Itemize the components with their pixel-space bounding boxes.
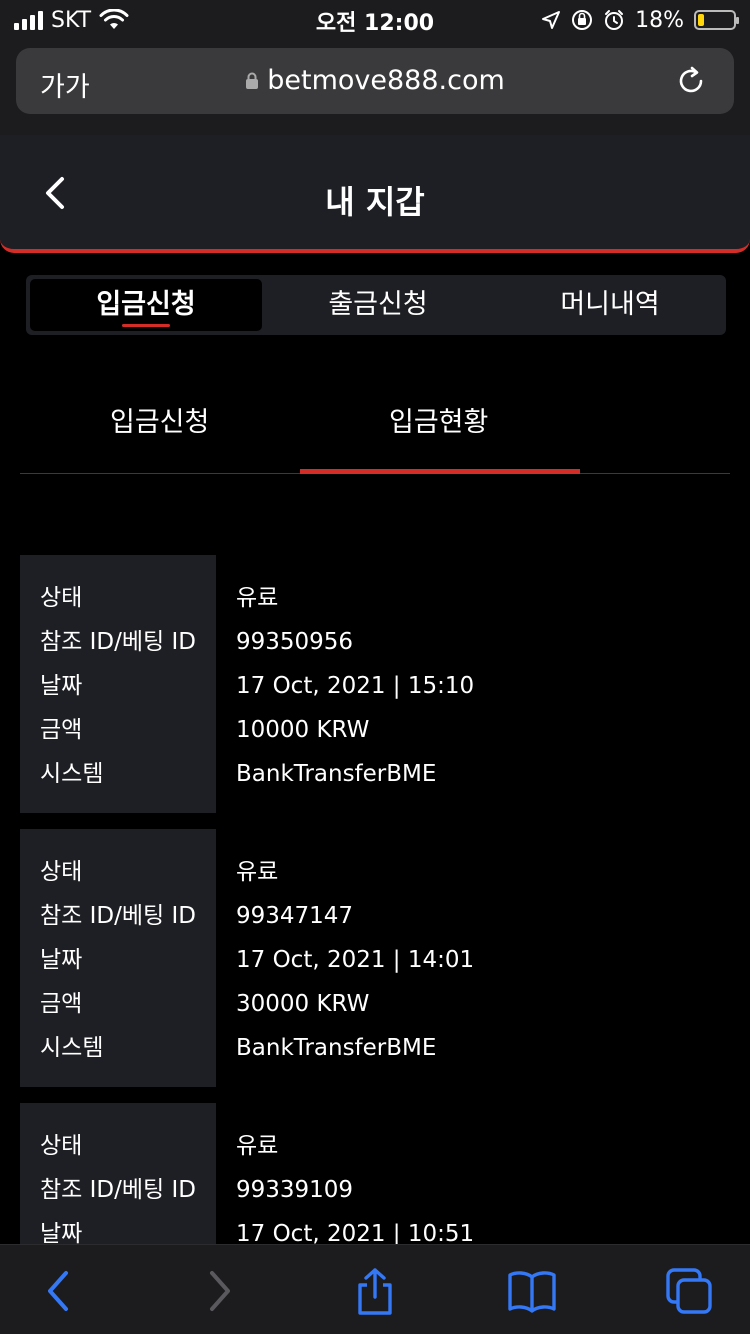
system-value: BankTransferBME [236,1035,437,1061]
date-label: 날짜 [40,673,83,699]
browser-toolbar [0,1244,750,1334]
deposit-record: 상태 참조 ID/베팅 ID 날짜 금액 시스템 유료 99347147 17 … [20,829,730,1087]
date-value: 17 Oct, 2021 | 15:10 [236,673,475,699]
battery-icon [694,10,739,30]
reference-id-label: 참조 ID/베팅 ID [40,1177,196,1203]
browser-bar: 가가 betmove888.com [0,40,750,135]
system-label: 시스템 [40,761,104,787]
status-label: 상태 [40,1133,83,1159]
address-bar[interactable]: 가가 betmove888.com [16,48,734,114]
page-title: 내 지갑 [325,183,425,221]
system-value: BankTransferBME [236,761,437,787]
alarm-icon [605,10,624,30]
back-icon[interactable] [34,1267,84,1315]
status-value: 유료 [236,859,279,885]
subtab-deposit-status[interactable]: 입금현황 [389,400,488,439]
tabs-icon[interactable] [665,1267,715,1315]
date-value: 17 Oct, 2021 | 14:01 [236,947,475,973]
status-label: 상태 [40,859,83,885]
status-label: 상태 [40,585,83,611]
tab-money-history[interactable]: 머니내역 [494,275,726,335]
amount-value: 10000 KRW [236,717,370,743]
reference-id-label: 참조 ID/베팅 ID [40,903,196,929]
orientation-lock-icon [572,10,593,30]
tab-withdraw-request[interactable]: 출금신청 [262,275,494,335]
reference-id-value: 99350956 [236,629,354,655]
location-icon [542,11,561,29]
tab-label: 출금신청 [328,289,428,320]
reference-id-label: 참조 ID/베팅 ID [40,629,196,655]
reload-icon[interactable] [674,64,708,98]
system-label: 시스템 [40,1035,104,1061]
record-values: 유료 99350956 17 Oct, 2021 | 15:10 10000 K… [216,555,730,813]
amount-label: 금액 [40,717,83,743]
tab-deposit-request[interactable]: 입금신청 [30,279,262,331]
deposit-record: 상태 참조 ID/베팅 ID 날짜 금액 시스템 유료 99350956 17 … [20,555,730,813]
active-subtab-indicator [300,469,580,474]
url-field[interactable]: betmove888.com [16,65,734,96]
wallet-tabs: 입금신청 출금신청 머니내역 [26,275,726,335]
bookmarks-icon[interactable] [507,1267,557,1315]
tab-label: 입금신청 [96,289,196,320]
amount-label: 금액 [40,991,83,1017]
reference-id-value: 99339109 [236,1177,354,1203]
amount-value: 30000 KRW [236,991,370,1017]
reference-id-value: 99347147 [236,903,354,929]
battery-percent: 18% [635,7,684,33]
status-bar: SKT 오전 12:00 18% [0,0,750,40]
subtab-deposit-request[interactable]: 입금신청 [110,400,209,439]
deposit-subtabs: 입금신청 입금현황 [20,380,730,474]
app-header: 내 지갑 [0,135,750,253]
active-tab-indicator [122,324,170,327]
status-value: 유료 [236,585,279,611]
status-right: 18% [541,6,739,34]
battery-level [698,14,705,26]
share-icon[interactable] [350,1267,400,1315]
lock-icon [246,72,259,89]
forward-icon[interactable] [194,1267,244,1315]
status-value: 유료 [236,1133,279,1159]
tab-label: 머니내역 [560,289,660,320]
screen: SKT 오전 12:00 18% 가가 betmove888.com 내 지갑 … [0,0,750,1334]
date-label: 날짜 [40,947,83,973]
record-values: 유료 99347147 17 Oct, 2021 | 14:01 30000 K… [216,829,730,1087]
url-text: betmove888.com [267,65,505,96]
record-labels: 상태 참조 ID/베팅 ID 날짜 금액 시스템 [20,829,216,1087]
deposit-records: 상태 참조 ID/베팅 ID 날짜 금액 시스템 유료 99350956 17 … [20,555,730,1289]
record-labels: 상태 참조 ID/베팅 ID 날짜 금액 시스템 [20,555,216,813]
